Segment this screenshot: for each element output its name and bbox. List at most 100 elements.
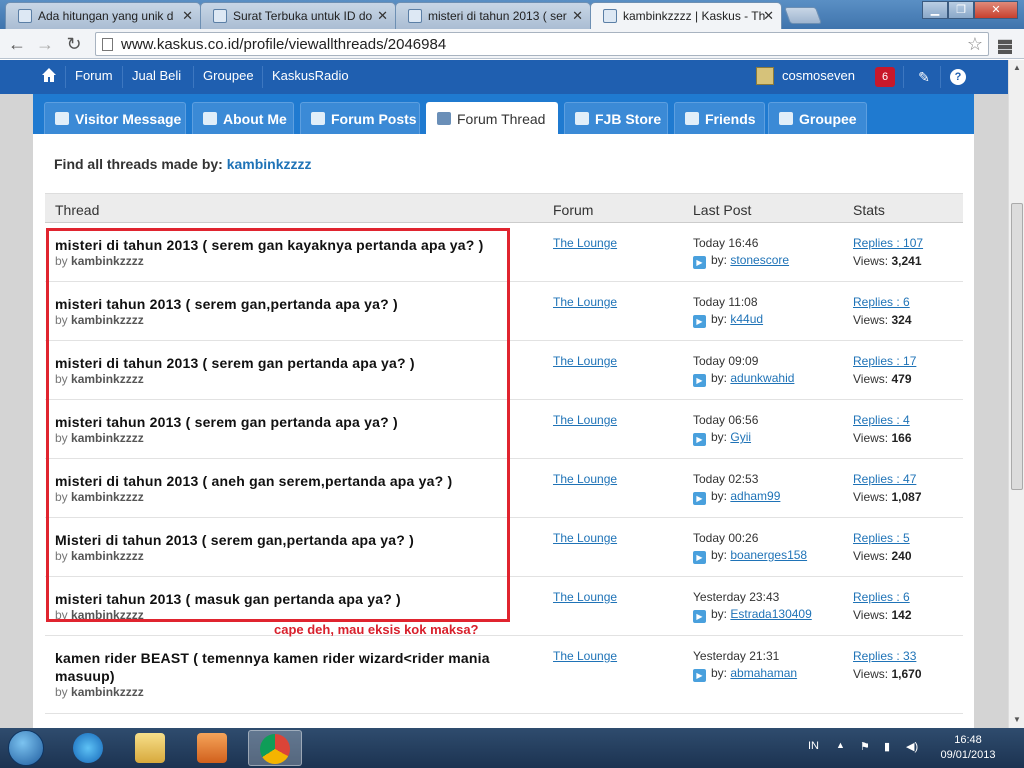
scroll-up-icon[interactable]: ▲ — [1013, 63, 1021, 72]
tab-about-me[interactable]: About Me — [192, 102, 294, 134]
maximize-button[interactable]: ❐ — [948, 1, 974, 19]
nav-forum[interactable]: Forum — [75, 68, 113, 83]
system-clock[interactable]: 16:48 09/01/2013 — [938, 733, 998, 763]
close-window-button[interactable]: ✕ — [974, 1, 1018, 19]
browser-tab[interactable]: Ada hitungan yang unik d ✕ — [5, 2, 201, 29]
nav-jual-beli[interactable]: Jual Beli — [132, 68, 181, 83]
help-icon[interactable]: ? — [950, 69, 966, 85]
replies-link[interactable]: Replies : 6 — [853, 295, 910, 309]
replies-link[interactable]: Replies : 5 — [853, 531, 910, 545]
views-count: Views: 479 — [853, 372, 912, 386]
tab-groupee[interactable]: Groupee — [768, 102, 867, 134]
forum-link[interactable]: The Lounge — [553, 295, 617, 309]
address-bar[interactable]: www.kaskus.co.id/profile/viewallthreads/… — [95, 32, 989, 56]
tab-friends[interactable]: Friends — [674, 102, 765, 134]
last-post-user-link[interactable]: k44ud — [730, 312, 763, 326]
nav-groupee[interactable]: Groupee — [203, 68, 254, 83]
tab-forum-posts[interactable]: Forum Posts — [300, 102, 420, 134]
chrome-menu-icon[interactable]: ▬ ▬ ▬ — [998, 32, 1014, 56]
last-post-user-link[interactable]: boanerges158 — [730, 548, 807, 562]
tab-close-icon[interactable]: ✕ — [763, 8, 774, 24]
back-icon[interactable]: ← — [6, 34, 28, 54]
profile-username-link[interactable]: kambinkzzzz — [227, 156, 312, 172]
last-post-user-link[interactable]: stonescore — [730, 253, 789, 267]
goto-last-post-icon[interactable]: ▶ — [693, 551, 706, 564]
avatar[interactable] — [756, 67, 774, 85]
tray-expand-icon[interactable]: ▲ — [836, 740, 845, 750]
goto-last-post-icon[interactable]: ▶ — [693, 374, 706, 387]
last-post-time: Today 16:46 — [693, 236, 759, 250]
network-icon[interactable]: ▮ — [884, 740, 890, 753]
replies-link[interactable]: Replies : 33 — [853, 649, 916, 663]
ie-icon — [73, 733, 103, 763]
col-forum: Forum — [553, 202, 594, 218]
thread-title-link[interactable]: kamen rider BEAST ( temennya kamen rider… — [55, 649, 525, 685]
last-post-user-link[interactable]: Estrada130409 — [730, 607, 811, 621]
goto-last-post-icon[interactable]: ▶ — [693, 256, 706, 269]
last-post-time: Yesterday 23:43 — [693, 590, 780, 604]
goto-last-post-icon[interactable]: ▶ — [693, 669, 706, 682]
taskbar-media-player[interactable] — [186, 730, 240, 766]
forum-link[interactable]: The Lounge — [553, 590, 617, 604]
replies-link[interactable]: Replies : 107 — [853, 236, 923, 250]
browser-tab[interactable]: misteri di tahun 2013 ( ser ✕ — [395, 2, 591, 29]
window-controls: ▁ ❐ ✕ — [922, 1, 1018, 19]
tab-visitor-message[interactable]: Visitor Message — [44, 102, 186, 134]
forward-icon[interactable]: → — [34, 34, 56, 54]
views-count: Views: 1,670 — [853, 667, 922, 681]
browser-tab-active[interactable]: kambinkzzzz | Kaskus - Th ✕ — [590, 2, 782, 29]
forum-link[interactable]: The Lounge — [553, 649, 617, 663]
volume-icon[interactable]: ◀) — [906, 740, 918, 753]
goto-last-post-icon[interactable]: ▶ — [693, 610, 706, 623]
tab-fjb-store[interactable]: FJB Store — [564, 102, 668, 134]
last-post-time: Today 06:56 — [693, 413, 759, 427]
friends-icon — [685, 112, 699, 125]
last-post-user-link[interactable]: adunkwahid — [730, 371, 794, 385]
reload-icon[interactable]: ↻ — [63, 34, 85, 54]
scroll-down-icon[interactable]: ▼ — [1013, 715, 1021, 724]
last-post-user-link[interactable]: abmahaman — [730, 666, 797, 680]
tab-close-icon[interactable]: ✕ — [377, 8, 388, 24]
replies-link[interactable]: Replies : 6 — [853, 590, 910, 604]
taskbar-explorer[interactable] — [124, 730, 178, 766]
scroll-thumb[interactable] — [1011, 203, 1023, 490]
goto-last-post-icon[interactable]: ▶ — [693, 433, 706, 446]
taskbar-chrome[interactable] — [248, 730, 302, 766]
tab-close-icon[interactable]: ✕ — [572, 8, 583, 24]
bookmark-star-icon[interactable]: ☆ — [967, 34, 983, 55]
last-post-user-link[interactable]: Gyii — [730, 430, 751, 444]
notification-badge[interactable]: 6 — [875, 67, 895, 87]
nav-kaskusradio[interactable]: KaskusRadio — [272, 68, 349, 83]
page-scrollbar[interactable]: ▲ ▼ — [1008, 60, 1024, 728]
forum-link[interactable]: The Lounge — [553, 472, 617, 486]
forum-link[interactable]: The Lounge — [553, 236, 617, 250]
goto-last-post-icon[interactable]: ▶ — [693, 315, 706, 328]
views-count: Views: 240 — [853, 549, 912, 563]
replies-link[interactable]: Replies : 17 — [853, 354, 916, 368]
goto-last-post-icon[interactable]: ▶ — [693, 492, 706, 505]
tab-close-icon[interactable]: ✕ — [182, 8, 193, 24]
new-tab-button[interactable] — [783, 7, 823, 24]
taskbar-ie[interactable] — [62, 730, 116, 766]
home-icon[interactable] — [41, 67, 57, 83]
forum-link[interactable]: The Lounge — [553, 413, 617, 427]
username-label[interactable]: cosmoseven — [782, 68, 855, 83]
replies-link[interactable]: Replies : 47 — [853, 472, 916, 486]
author-link[interactable]: kambinkzzzz — [71, 685, 144, 699]
tab-label: About Me — [223, 111, 287, 127]
browser-tab[interactable]: Surat Terbuka untuk ID do ✕ — [200, 2, 396, 29]
action-center-icon[interactable]: ⚑ — [860, 740, 870, 753]
pencil-icon[interactable]: ✎ — [914, 67, 934, 87]
minimize-button[interactable]: ▁ — [922, 1, 948, 19]
kaskus-favicon-icon — [408, 9, 422, 23]
language-indicator[interactable]: IN — [808, 740, 819, 752]
last-post-user-link[interactable]: adham99 — [730, 489, 780, 503]
tab-label: Forum Posts — [331, 111, 417, 127]
windows-start-icon[interactable] — [8, 730, 44, 766]
forum-link[interactable]: The Lounge — [553, 354, 617, 368]
last-post-user: ▶ by: Gyii — [693, 430, 751, 446]
replies-link[interactable]: Replies : 4 — [853, 413, 910, 427]
tab-forum-thread[interactable]: Forum Thread — [426, 102, 558, 134]
forum-link[interactable]: The Lounge — [553, 531, 617, 545]
last-post-user: ▶ by: adunkwahid — [693, 371, 794, 387]
